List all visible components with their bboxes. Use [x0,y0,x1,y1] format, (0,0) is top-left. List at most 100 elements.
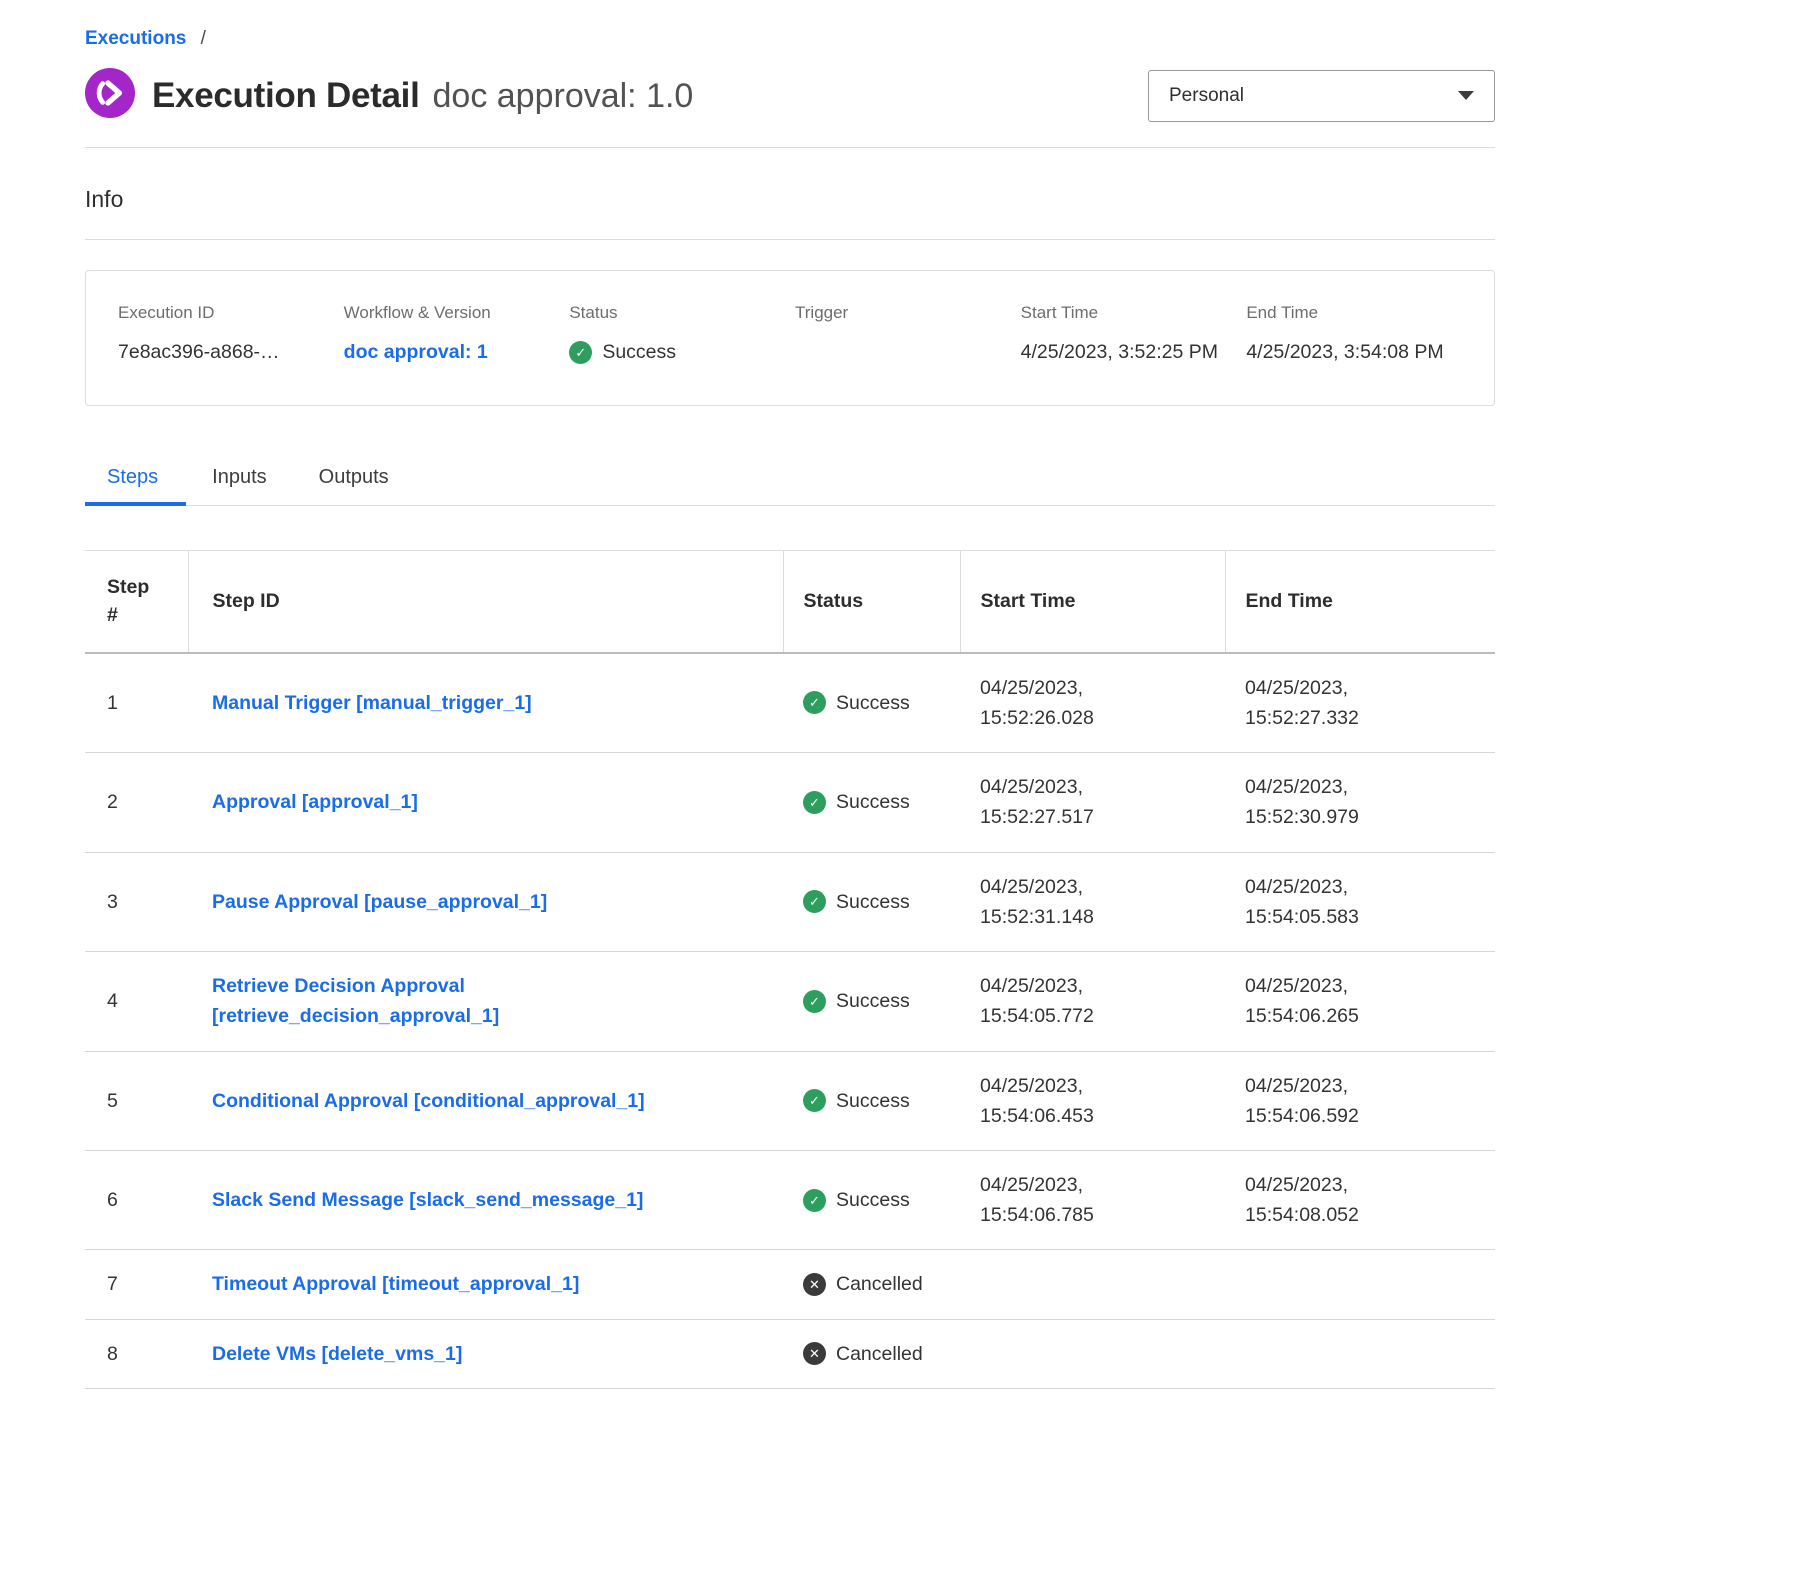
step-number-cell: 2 [85,753,188,852]
start-time-cell: 04/25/2023,15:52:31.148 [960,852,1225,951]
step-number-cell: 6 [85,1150,188,1249]
success-status-icon: ✓ [803,791,826,814]
start-time-cell: 04/25/2023,15:54:06.785 [960,1150,1225,1249]
step-number-cell: 5 [85,1051,188,1150]
execution-detail-page: Executions / Execution Detail doc approv… [85,28,1495,1389]
step-link[interactable]: Slack Send Message [slack_send_message_1… [212,1185,643,1215]
column-header-end-time: End Time [1225,551,1495,653]
step-id-cell: Delete VMs [delete_vms_1] [188,1319,783,1388]
step-number-cell: 8 [85,1319,188,1388]
workflow-name-version: doc approval: 1.0 [433,77,694,116]
end-time-label: End Time [1246,303,1462,323]
info-card: Execution ID 7e8ac396-a868-… Workflow & … [85,270,1495,406]
end-time-cell [1225,1319,1495,1388]
execution-id-value: 7e8ac396-a868-… [118,337,330,367]
start-time-cell [960,1250,1225,1319]
steps-table-header: Step # Step ID Status Start Time End Tim… [85,551,1495,653]
end-time-cell: 04/25/2023,15:54:06.265 [1225,952,1495,1051]
step-link[interactable]: Conditional Approval [conditional_approv… [212,1086,645,1116]
success-status-icon: ✓ [803,890,826,913]
success-status-icon: ✓ [803,1089,826,1112]
info-field-start-time: Start Time 4/25/2023, 3:52:25 PM [1021,303,1237,367]
status-text: Success [602,337,676,367]
execution-id-label: Execution ID [118,303,334,323]
header-divider [85,147,1495,148]
status-text: Success [836,887,910,917]
step-id-cell: Pause Approval [pause_approval_1] [188,852,783,951]
status-text: Cancelled [836,1269,923,1299]
table-row: 3 Pause Approval [pause_approval_1] ✓Suc… [85,852,1495,951]
info-field-workflow-version: Workflow & Version doc approval: 1 [344,303,560,367]
tab-outputs[interactable]: Outputs [293,454,415,505]
start-time-cell [960,1319,1225,1388]
step-link[interactable]: Approval [approval_1] [212,787,418,817]
step-id-cell: Manual Trigger [manual_trigger_1] [188,653,783,753]
success-status-icon: ✓ [803,691,826,714]
breadcrumb: Executions / [85,28,1495,50]
end-time-cell: 04/25/2023,15:52:30.979 [1225,753,1495,852]
scope-dropdown[interactable]: Personal [1148,70,1495,122]
cancelled-status-icon: ✕ [803,1273,826,1296]
end-time-value: 4/25/2023, 3:54:08 PM [1246,337,1458,367]
step-number-cell: 1 [85,653,188,753]
step-id-cell: Slack Send Message [slack_send_message_1… [188,1150,783,1249]
status-text: Success [836,1185,910,1215]
status-cell: ✓Success [783,1150,960,1249]
cancelled-status-icon: ✕ [803,1342,826,1365]
tab-steps[interactable]: Steps [85,454,186,505]
step-link[interactable]: Pause Approval [pause_approval_1] [212,887,547,917]
step-link[interactable]: Timeout Approval [timeout_approval_1] [212,1269,579,1299]
status-label: Status [569,303,785,323]
column-header-start-time: Start Time [960,551,1225,653]
start-time-label: Start Time [1021,303,1237,323]
status-text: Success [836,787,910,817]
table-row: 4 Retrieve Decision Approval [retrieve_d… [85,952,1495,1051]
status-cell: ✓Success [783,952,960,1051]
status-text: Success [836,1086,910,1116]
table-row: 6 Slack Send Message [slack_send_message… [85,1150,1495,1249]
start-time-value: 4/25/2023, 3:52:25 PM [1021,337,1233,367]
page-title-group: Execution Detail doc approval: 1.0 [152,76,693,116]
step-id-cell: Retrieve Decision Approval [retrieve_dec… [188,952,783,1051]
end-time-cell: 04/25/2023,15:54:05.583 [1225,852,1495,951]
step-link[interactable]: Manual Trigger [manual_trigger_1] [212,688,532,718]
info-field-execution-id: Execution ID 7e8ac396-a868-… [118,303,334,367]
table-row: 8 Delete VMs [delete_vms_1] ✕Cancelled [85,1319,1495,1388]
start-time-cell: 04/25/2023,15:52:26.028 [960,653,1225,753]
step-id-cell: Approval [approval_1] [188,753,783,852]
start-time-cell: 04/25/2023,15:54:06.453 [960,1051,1225,1150]
status-text: Success [836,986,910,1016]
status-cell: ✓Success [783,653,960,753]
column-header-step-id: Step ID [188,551,783,653]
end-time-cell: 04/25/2023,15:54:08.052 [1225,1150,1495,1249]
table-row: 2 Approval [approval_1] ✓ Success 04/25/2… [85,753,1495,852]
status-cell: ✓ Success [783,753,960,852]
step-id-cell: Conditional Approval [conditional_approv… [188,1051,783,1150]
step-link[interactable]: Retrieve Decision Approval [retrieve_dec… [212,971,752,1031]
start-time-cell: 04/25/2023,15:52:27.517 [960,753,1225,852]
workflow-version-label: Workflow & Version [344,303,560,323]
breadcrumb-separator: / [201,28,206,49]
start-time-cell: 04/25/2023,15:54:05.772 [960,952,1225,1051]
workflow-version-link[interactable]: doc approval: 1 [344,337,488,367]
detail-tabs: Steps Inputs Outputs [85,454,1495,506]
status-value: ✓ Success [569,337,781,367]
step-link[interactable]: Delete VMs [delete_vms_1] [212,1339,462,1369]
steps-table: Step # Step ID Status Start Time End Tim… [85,550,1495,1389]
info-section-title: Info [85,186,1495,213]
end-time-cell: 04/25/2023,15:52:27.332 [1225,653,1495,753]
chevron-down-icon [1458,91,1474,100]
table-row: 5 Conditional Approval [conditional_appr… [85,1051,1495,1150]
status-cell: ✕ Cancelled [783,1250,960,1319]
end-time-cell: 04/25/2023,15:54:06.592 [1225,1051,1495,1150]
table-row: 7 Timeout Approval [timeout_approval_1] … [85,1250,1495,1319]
column-header-step-number: Step # [85,551,188,653]
breadcrumb-executions-link[interactable]: Executions [85,28,186,49]
page-title: Execution Detail [152,76,420,116]
step-number-cell: 7 [85,1250,188,1319]
info-field-status: Status ✓ Success [569,303,785,367]
header-row: Step # Step ID Status Start Time End Tim… [85,551,1495,653]
step-number-cell: 4 [85,952,188,1051]
success-status-icon: ✓ [569,341,592,364]
tab-inputs[interactable]: Inputs [186,454,292,505]
